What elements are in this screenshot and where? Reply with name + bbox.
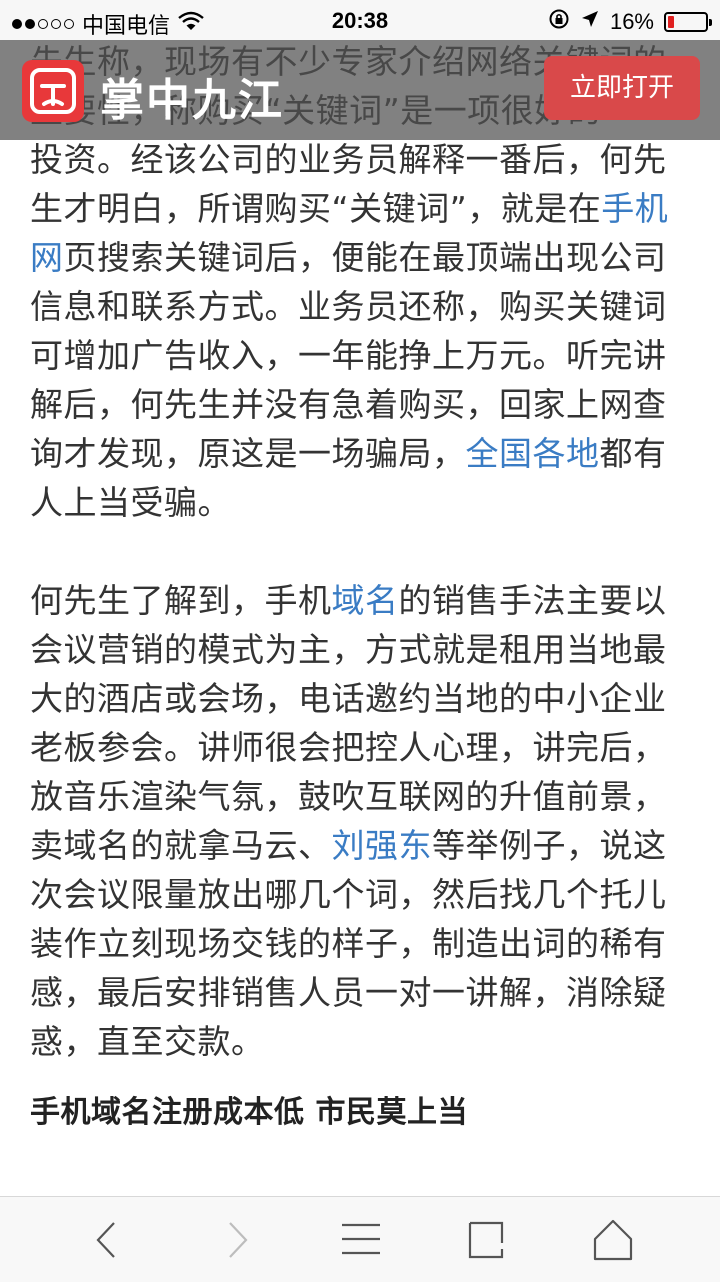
text-segment: 解后，何先生并没有急着购买，回家上网查 — [30, 385, 667, 424]
text-line: 感，最后安排销售人员一对一讲解，消除疑 — [30, 968, 700, 1017]
keyword-link[interactable]: 域名 — [332, 581, 399, 620]
battery-percent: 16% — [609, 9, 654, 34]
text-segment: 何先生了解到，手机 — [30, 581, 332, 620]
keyword-link[interactable]: 全国各地 — [466, 434, 600, 473]
text-line: 何先生了解到，手机域名的销售手法主要以 — [30, 576, 700, 625]
text-segment: 人上当受骗。 — [30, 483, 231, 522]
text-segment: 装作立刻现场交钱的样子，制造出词的稀有 — [30, 924, 667, 963]
text-line: 生才明白，所谓购买“关键词”，就是在手机 — [30, 184, 700, 233]
section-heading: 手机域名注册成本低 市民莫上当 — [30, 1095, 468, 1130]
text-segment: 投资。经该公司的业务员解释一番后，何先 — [30, 140, 667, 179]
text-segment: 信息和联系方式。业务员还称，购买关键词 — [30, 287, 667, 326]
text-line: 惑，直至交款。 — [30, 1017, 700, 1066]
text-segment: 会议营销的模式为主，方式就是租用当地最 — [30, 630, 667, 669]
text-line: 老板参会。讲师很会把控人心理，讲完后， — [30, 723, 700, 772]
battery-icon — [664, 12, 712, 32]
app-logo-icon — [22, 60, 84, 122]
back-icon[interactable] — [84, 1215, 134, 1265]
article-body: 先生称，现场有不少专家介绍网络关键词的重要性，称购买“关键词”是一项很好的投资。… — [30, 0, 700, 1133]
browser-toolbar — [0, 1196, 720, 1282]
text-line: 大的酒店或会场，电话邀约当地的中小企业 — [30, 674, 700, 723]
text-line: 装作立刻现场交钱的样子，制造出词的稀有 — [30, 919, 700, 968]
text-segment: 次会议限量放出哪几个词，然后找几个托儿 — [30, 875, 667, 914]
text-segment: 生才明白，所谓购买“关键词”，就是在 — [30, 189, 602, 228]
article-paragraph-2: 何先生了解到，手机域名的销售手法主要以会议营销的模式为主，方式就是租用当地最 大的… — [30, 576, 700, 1066]
text-line: 询才发现，原这是一场骗局，全国各地都有 — [30, 429, 700, 478]
keyword-link[interactable]: 网 — [30, 238, 64, 277]
keyword-link[interactable]: 刘强东 — [332, 826, 433, 865]
home-icon[interactable] — [588, 1215, 638, 1265]
text-line: 可增加广告收入，一年能挣上万元。听完讲 — [30, 331, 700, 380]
text-segment: 都有 — [599, 434, 667, 473]
menu-icon[interactable] — [336, 1215, 386, 1265]
text-segment: 放音乐渲染气氛，鼓吹互联网的升值前景， — [30, 777, 667, 816]
text-segment: 大的酒店或会场，电话邀约当地的中小企业 — [30, 679, 667, 718]
text-segment: 页搜索关键词后，便能在最顶端出现公司 — [63, 238, 667, 277]
text-line: 卖域名的就拿马云、刘强东等举例子，说这 — [30, 821, 700, 870]
orientation-lock-icon — [548, 8, 570, 36]
text-segment: 惑，直至交款。 — [30, 1022, 265, 1061]
text-segment: 老板参会。讲师很会把控人心理，讲完后， — [30, 728, 667, 767]
text-line: 解后，何先生并没有急着购买，回家上网查 — [30, 380, 700, 429]
text-line: 投资。经该公司的业务员解释一番后，何先 — [30, 135, 700, 184]
tabs-icon[interactable] — [462, 1215, 512, 1265]
text-line: 次会议限量放出哪几个词，然后找几个托儿 — [30, 870, 700, 919]
text-segment: 的销售手法主要以 — [398, 581, 667, 620]
app-brand-name: 掌中九江 — [100, 75, 284, 126]
open-app-button[interactable]: 立即打开 — [544, 56, 700, 120]
text-line: 会议营销的模式为主，方式就是租用当地最 — [30, 625, 700, 674]
text-segment: 感，最后安排销售人员一对一讲解，消除疑 — [30, 973, 667, 1012]
text-segment: 卖域名的就拿马云、 — [30, 826, 332, 865]
status-bar: 中国电信 20:38 16% — [0, 0, 720, 40]
text-segment: 等举例子，说这 — [432, 826, 667, 865]
text-line: 人上当受骗。 — [30, 478, 700, 527]
keyword-link[interactable]: 手机 — [601, 189, 668, 228]
text-segment: 可增加广告收入，一年能挣上万元。听完讲 — [30, 336, 667, 375]
location-arrow-icon — [580, 9, 600, 35]
text-line: 信息和联系方式。业务员还称，购买关键词 — [30, 282, 700, 331]
text-line: 放音乐渲染气氛，鼓吹互联网的升值前景， — [30, 772, 700, 821]
forward-icon[interactable] — [210, 1215, 260, 1265]
app-download-banner[interactable]: 掌中九江 立即打开 — [0, 40, 720, 140]
text-segment: 询才发现，原这是一场骗局， — [30, 434, 466, 473]
text-line: 网页搜索关键词后，便能在最顶端出现公司 — [30, 233, 700, 282]
